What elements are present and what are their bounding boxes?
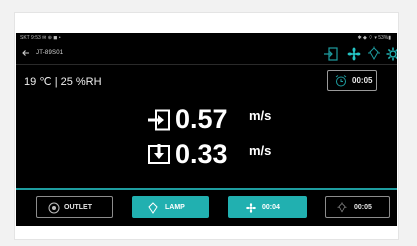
uv-timer-value: 00:05 [354, 204, 372, 211]
lamp-button[interactable]: LAMP [132, 196, 209, 218]
outlet-velocity-unit: m/s [249, 108, 272, 123]
outlet-icon [48, 202, 60, 214]
fan-icon [246, 203, 256, 213]
outlet-button[interactable]: OUTLET [36, 196, 113, 218]
lamp-icon [148, 202, 158, 214]
uv-timer-button[interactable]: 00:05 [325, 196, 390, 218]
lamp-button-label: LAMP [165, 204, 185, 211]
inlet-airflow-icon [148, 144, 170, 164]
control-divider [16, 188, 397, 190]
back-arrow-icon[interactable] [20, 47, 32, 59]
inlet-velocity-unit: m/s [249, 143, 272, 158]
timer-button[interactable]: 00:05 [327, 70, 377, 91]
fan-icon[interactable] [346, 46, 362, 62]
uv-lamp-icon[interactable] [366, 46, 382, 62]
fan-timer-value: 00:04 [262, 204, 280, 211]
inlet-velocity-value: 0.33 [175, 139, 228, 169]
outlet-airflow-icon [148, 109, 170, 131]
app-screen: SKT 9:53 ✉ ⊕ ◼ • ✱ ◆ ⌔ ▾ 53%▮ JT-89S01 1… [16, 33, 397, 226]
uv-lamp-icon [337, 202, 347, 213]
settings-gear-icon[interactable] [385, 46, 397, 62]
status-bar: SKT 9:53 ✉ ⊕ ◼ • ✱ ◆ ⌔ ▾ 53%▮ [16, 33, 397, 44]
device-name: JT-89S01 [36, 50, 64, 56]
alarm-clock-icon [335, 75, 347, 87]
outlet-button-label: OUTLET [64, 204, 92, 211]
temperature-humidity-readout: 19 ℃ | 25 %RH [24, 76, 102, 88]
door-exit-icon[interactable] [323, 46, 339, 62]
status-bar-right: ✱ ◆ ⌔ ▾ 53%▮ [357, 35, 391, 41]
timer-value: 00:05 [352, 76, 373, 85]
app-bar: JT-89S01 [16, 44, 397, 65]
status-bar-left: SKT 9:53 ✉ ⊕ ◼ • [20, 35, 61, 41]
outlet-velocity-value: 0.57 [175, 104, 228, 134]
fan-timer-button[interactable]: 00:04 [228, 196, 307, 218]
